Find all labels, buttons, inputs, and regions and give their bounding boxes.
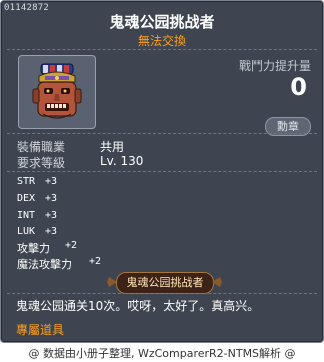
ghost-mask-medal-icon (32, 63, 82, 119)
stat-int-value: +3 (45, 210, 58, 221)
divider (7, 293, 317, 294)
medal-title-badge: 鬼魂公园挑战者 (116, 272, 214, 294)
item-description: 鬼魂公园通关10次。哎呀，太好了。真高兴。 (16, 299, 260, 313)
exclusive-item-label: 專屬道具 (16, 323, 65, 337)
trade-status: 無法交換 (137, 34, 186, 48)
req-job-label: 裝備職業 (17, 140, 66, 154)
stat-int-label: INT (17, 210, 36, 221)
stat-str-label: STR (17, 176, 36, 187)
req-level-label: 要求等級 (17, 156, 66, 170)
combat-power-value: 0 (290, 73, 307, 101)
stat-magic-attack-label: 魔法攻擊力 (17, 258, 72, 271)
stat-attack-label: 攻擊力 (17, 242, 50, 255)
badge-wing-right-icon (212, 277, 222, 287)
req-level-value: Lv. 130 (100, 154, 144, 168)
divider (7, 171, 317, 172)
stat-luk-label: LUK (17, 226, 36, 237)
stat-str-value: +3 (45, 176, 58, 187)
stat-dex-label: DEX (17, 193, 36, 204)
item-icon-frame (18, 55, 96, 129)
divider (7, 49, 317, 50)
stat-magic-attack-value: +2 (89, 256, 102, 267)
item-name: 鬼魂公园挑战者 (109, 13, 215, 31)
req-job-value: 共用 (100, 140, 125, 154)
stat-attack-value: +2 (65, 240, 78, 251)
footer-credit: @ 数据由小册子整理, WzComparerR2-NTMS解析 @ (28, 347, 296, 360)
item-tooltip: 01142872 鬼魂公园挑战者 無法交換 戰鬥力提升量 0 勳章 裝備職業 共… (0, 0, 324, 343)
divider (7, 133, 317, 134)
stat-dex-value: +3 (45, 193, 58, 204)
combat-power-label: 戰鬥力提升量 (238, 59, 311, 73)
stat-luk-value: +3 (45, 226, 58, 237)
